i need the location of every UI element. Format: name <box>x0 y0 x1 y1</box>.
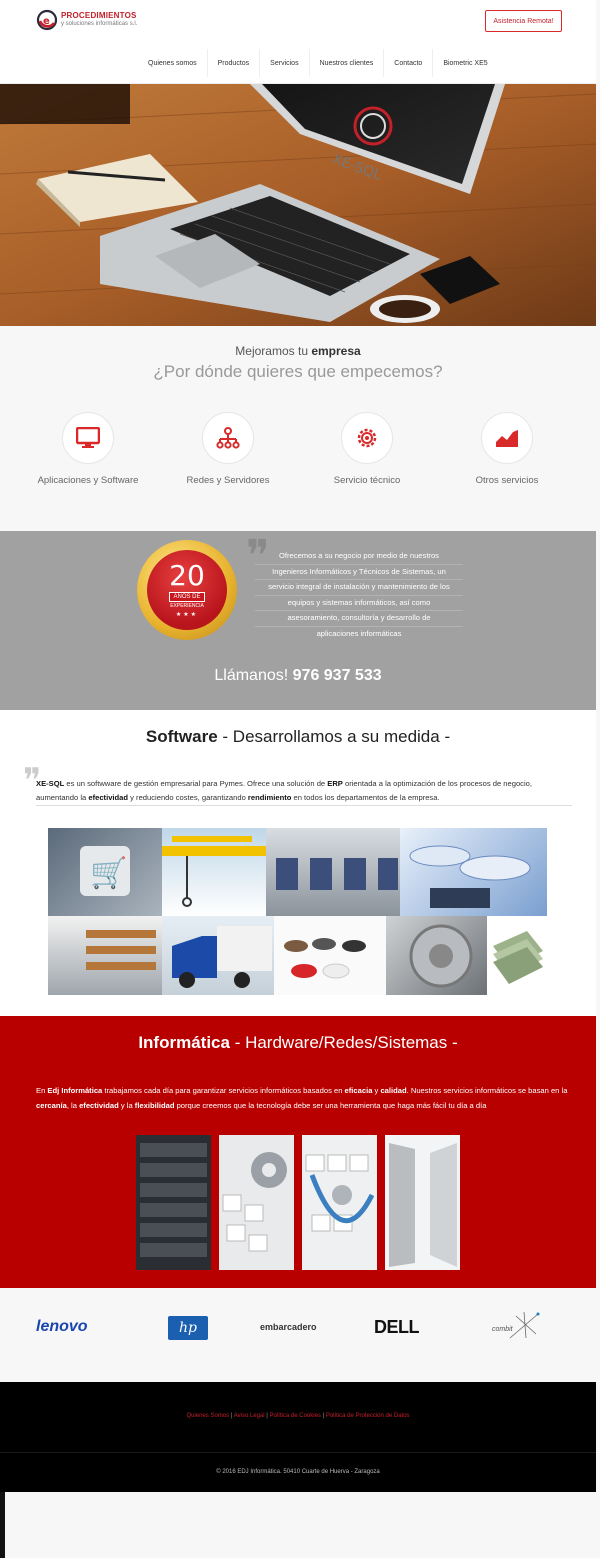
badge-number: 20 <box>169 559 205 592</box>
service-networks-servers[interactable]: Redes y Servidores <box>163 412 293 486</box>
software-description: XE-SQL es un softwware de gestión empres… <box>36 777 572 806</box>
company-logo[interactable]: e PROCEDIMIENTOS y soluciones informátic… <box>36 9 137 31</box>
footer-link-cookies[interactable]: Política de Cookies <box>270 1413 321 1419</box>
partner-brands: lenovo hp embarcadero DELL combit <box>0 1288 596 1382</box>
lenovo-logo[interactable]: lenovo <box>36 1318 88 1336</box>
footer-links: Quienes Somos | Aviso Legal | Política d… <box>186 1413 410 1419</box>
dell-logo[interactable]: DELL <box>374 1317 420 1338</box>
service-technical[interactable]: Servicio técnico <box>302 412 432 486</box>
cart-icon: 🛒 <box>90 855 127 891</box>
hero-laptop-scene: XE-SQL <box>0 84 596 326</box>
network-icon <box>216 427 240 449</box>
software-title: Software - Desarrollamos a su medida - <box>145 727 451 746</box>
logo-mark-icon: e <box>36 9 58 31</box>
hero-image: XE-SQL <box>0 84 596 326</box>
band-description: Ofrecemos a su negocio por medio de nues… <box>255 549 463 642</box>
nav-item-servicios[interactable]: Servicios <box>260 49 310 77</box>
logo-title: PROCEDIMIENTOS <box>61 11 137 20</box>
side-edge-bar <box>0 1492 5 1558</box>
collage-warehouse <box>48 916 162 995</box>
hp-logo[interactable]: hp <box>168 1316 208 1340</box>
footer-link-proteccion-datos[interactable]: Política de Protección de Datos <box>326 1413 410 1419</box>
informatica-title: Informática - Hardware/Redes/Sistemas - <box>138 1033 458 1052</box>
nav-item-contacto[interactable]: Contacto <box>384 49 434 77</box>
collage-truck <box>162 916 274 995</box>
collage-vault <box>386 916 487 995</box>
site-header: e PROCEDIMIENTOS y soluciones informátic… <box>0 0 596 84</box>
call-us-text: Llámanos! 976 937 533 <box>214 667 382 684</box>
datacenter-image <box>385 1135 460 1270</box>
collage-sneakers <box>274 916 386 995</box>
experience-badge: 20 AÑOS DE EXPERIENCIA ★★★ <box>137 540 237 640</box>
main-nav: Quienes somos Productos Servicios Nuestr… <box>138 49 498 77</box>
services-subheading: ¿Por dónde quieres que empecemos? <box>153 362 443 381</box>
footer-link-quienes-somos[interactable]: Quienes Somos <box>186 1413 229 1419</box>
services-section: Mejoramos tu empresa ¿Por dónde quieres … <box>0 326 596 531</box>
collage-crane <box>162 828 266 916</box>
phone-number[interactable]: 976 937 533 <box>293 667 382 684</box>
footer-links-bar: Quienes Somos | Aviso Legal | Política d… <box>0 1382 596 1452</box>
svg-text:e: e <box>43 16 50 27</box>
nav-item-clientes[interactable]: Nuestros clientes <box>310 49 385 77</box>
logo-subtitle: y soluciones informáticas s.l. <box>61 21 138 27</box>
service-other[interactable]: Otros servicios <box>442 412 572 486</box>
badge-experience: EXPERIENCIA <box>170 603 204 609</box>
combit-star-icon <box>509 1312 540 1339</box>
informatica-section: Informática - Hardware/Redes/Sistemas - … <box>0 1016 596 1288</box>
collage-money <box>487 916 547 995</box>
embarcadero-logo[interactable]: embarcadero <box>260 1322 317 1332</box>
nav-item-quienes-somos[interactable]: Quienes somos <box>138 49 208 77</box>
chart-icon <box>496 430 518 447</box>
experience-band: 20 AÑOS DE EXPERIENCIA ★★★ ❞ Ofrecemos a… <box>0 531 596 710</box>
copyright-text: © 2016 EDJ Informática. 50410 Cuarte de … <box>216 1469 380 1475</box>
remote-assistance-button[interactable]: Asistencia Remota! <box>485 10 562 32</box>
services-heading: Mejoramos tu empresa <box>235 344 361 358</box>
software-collage: 🛒 <box>48 828 547 995</box>
star-icon: ★★★ <box>175 612 199 618</box>
server-rack-image <box>136 1135 211 1270</box>
monitor-icon <box>76 427 100 448</box>
badge-ribbon: AÑOS DE <box>169 592 205 602</box>
nav-item-biometric[interactable]: Biometric XE5 <box>433 49 497 77</box>
footer-copyright-bar: © 2016 EDJ Informática. 50410 Cuarte de … <box>0 1452 596 1492</box>
gear-icon <box>357 428 377 448</box>
software-section: Software - Desarrollamos a su medida - ❞… <box>0 710 596 1016</box>
keyboard-stethoscope-image <box>302 1135 377 1270</box>
footer-link-aviso-legal[interactable]: Aviso Legal <box>234 1413 265 1419</box>
informatica-description: En Edj Informática trabajamos cada día p… <box>36 1086 568 1110</box>
collage-blueprints <box>400 828 547 916</box>
nav-item-productos[interactable]: Productos <box>208 49 261 77</box>
collage-loading-docks <box>266 828 400 916</box>
service-apps-software[interactable]: Aplicaciones y Software <box>23 412 153 486</box>
collage-cart-key: 🛒 <box>48 828 162 916</box>
keyboard-gears-image <box>219 1135 294 1270</box>
